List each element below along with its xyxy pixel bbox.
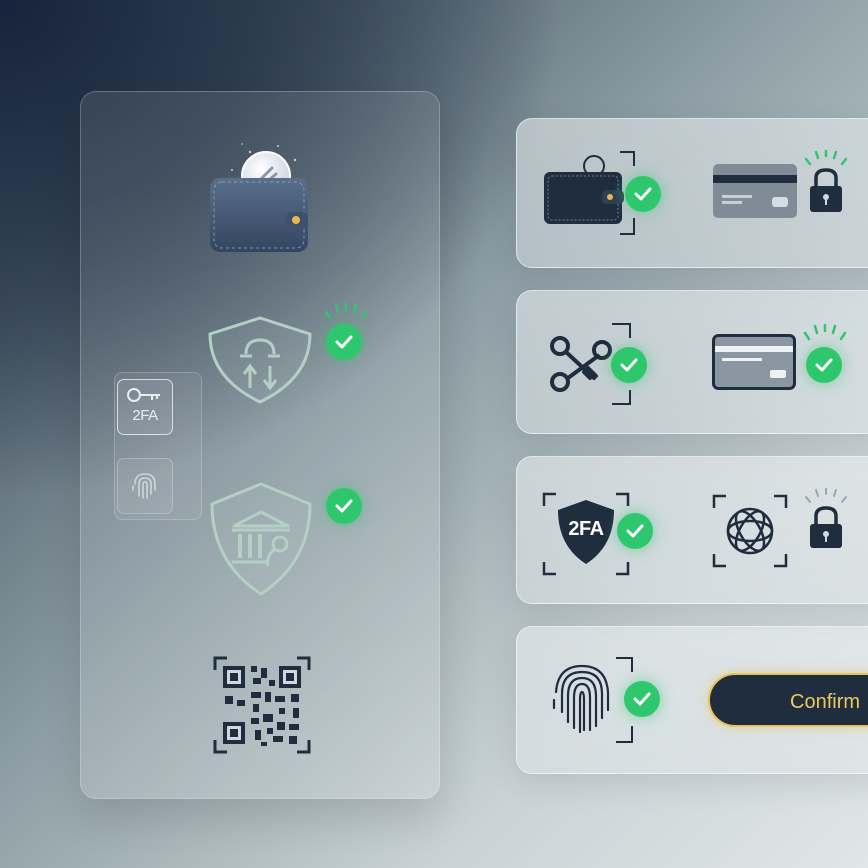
qr-code-icon[interactable]	[213, 656, 311, 754]
check-circle-icon	[326, 324, 362, 360]
fingerprint-button[interactable]	[117, 458, 173, 514]
check-circle-icon	[625, 176, 661, 212]
face-scan-icon	[712, 494, 788, 568]
success-glow-lines	[322, 302, 368, 322]
shield-transfer-icon	[204, 316, 316, 404]
wallet-coin-icon	[200, 140, 320, 260]
check-circle-icon	[617, 513, 653, 549]
check-circle-icon	[326, 488, 362, 524]
check-circle-icon	[611, 347, 647, 383]
key-2fa-button[interactable]: 2FA	[117, 379, 173, 435]
credit-card-icon	[712, 334, 796, 390]
check-circle-icon	[806, 347, 842, 383]
key-icon	[127, 388, 160, 402]
mini-2fa-label: 2FA	[132, 407, 158, 424]
confirm-button[interactable]: Confirm	[708, 673, 868, 727]
shield-bank-icon	[206, 482, 316, 598]
lock-icon	[804, 488, 850, 552]
success-glow-lines	[803, 324, 847, 342]
credit-card-icon	[712, 163, 798, 219]
fingerprint-icon	[132, 473, 156, 499]
fingerprint-icon	[546, 656, 636, 746]
lock-icon	[804, 150, 850, 216]
check-circle-icon	[624, 681, 660, 717]
